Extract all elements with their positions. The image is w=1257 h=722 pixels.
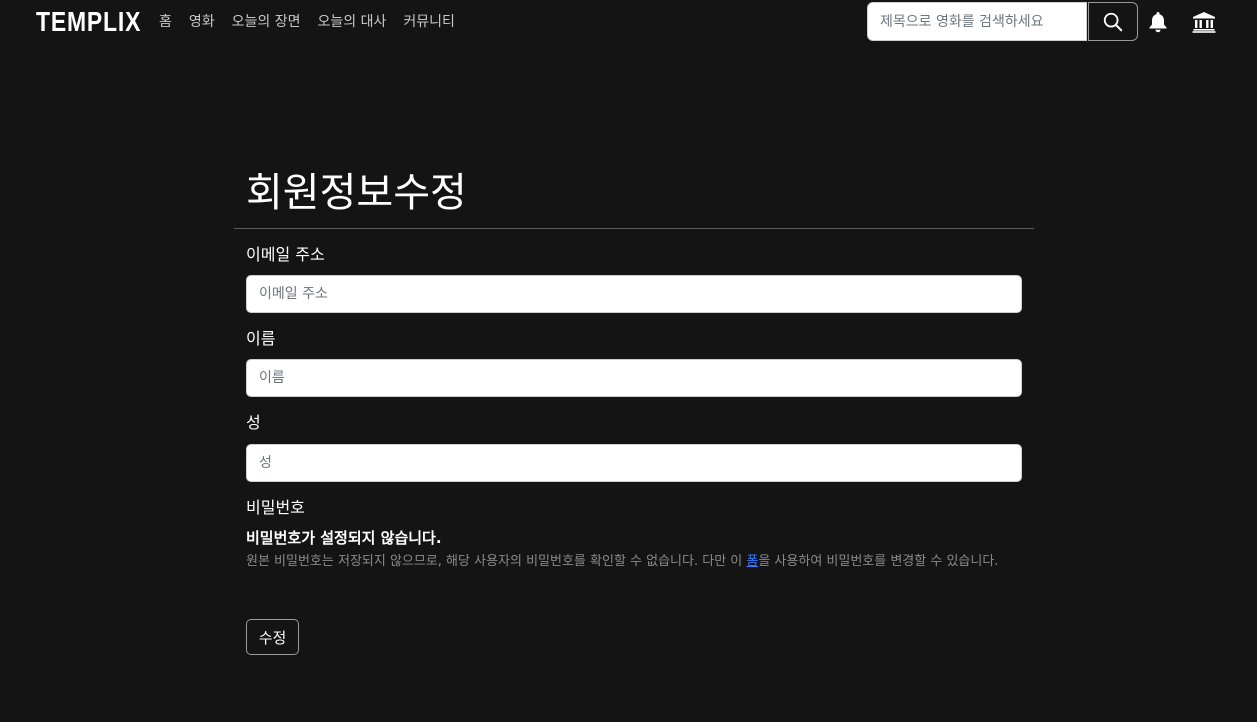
password-help-after: 을 사용하여 비밀번호를 변경할 수 있습니다.	[758, 554, 999, 569]
password-not-set-notice: 비밀번호가 설정되지 않습니다.	[246, 529, 442, 547]
search-icon	[1103, 12, 1123, 31]
bell-icon	[1149, 12, 1167, 33]
submit-button[interactable]: 수정	[246, 619, 299, 655]
title-divider	[234, 228, 1034, 229]
password-change-form-link[interactable]: 폼	[746, 554, 758, 569]
notifications-button[interactable]	[1146, 10, 1170, 34]
search-button[interactable]	[1088, 2, 1138, 41]
first-name-field[interactable]	[246, 359, 1022, 397]
last-name-label: 성	[246, 413, 261, 432]
nav-link-home[interactable]: 홈	[159, 13, 172, 31]
templix-logo[interactable]: TEMPLIX	[36, 6, 141, 38]
email-field[interactable]	[246, 275, 1022, 313]
nav-link-today-scene[interactable]: 오늘의 장면	[232, 13, 301, 31]
first-name-label: 이름	[246, 329, 276, 348]
account-button[interactable]	[1190, 9, 1218, 35]
bank-icon	[1192, 12, 1216, 33]
password-help-text: 원본 비밀번호는 저장되지 않으므로, 해당 사용자의 비밀번호를 확인할 수 …	[246, 551, 1022, 573]
nav-link-community[interactable]: 커뮤니티	[403, 13, 455, 31]
password-help-before: 원본 비밀번호는 저장되지 않으므로, 해당 사용자의 비밀번호를 확인할 수 …	[246, 554, 747, 569]
nav-links: 홈 영화 오늘의 장면 오늘의 대사 커뮤니티	[159, 13, 472, 31]
nav-link-today-line[interactable]: 오늘의 대사	[318, 13, 387, 31]
navbar: TEMPLIX 홈 영화 오늘의 장면 오늘의 대사 커뮤니티	[0, 0, 1257, 46]
password-label: 비밀번호	[246, 498, 305, 517]
last-name-field[interactable]	[246, 444, 1022, 482]
movie-search-input[interactable]	[867, 2, 1087, 41]
page-title: 회원정보수정	[246, 170, 467, 216]
nav-link-movies[interactable]: 영화	[189, 13, 215, 31]
email-label: 이메일 주소	[246, 245, 325, 264]
